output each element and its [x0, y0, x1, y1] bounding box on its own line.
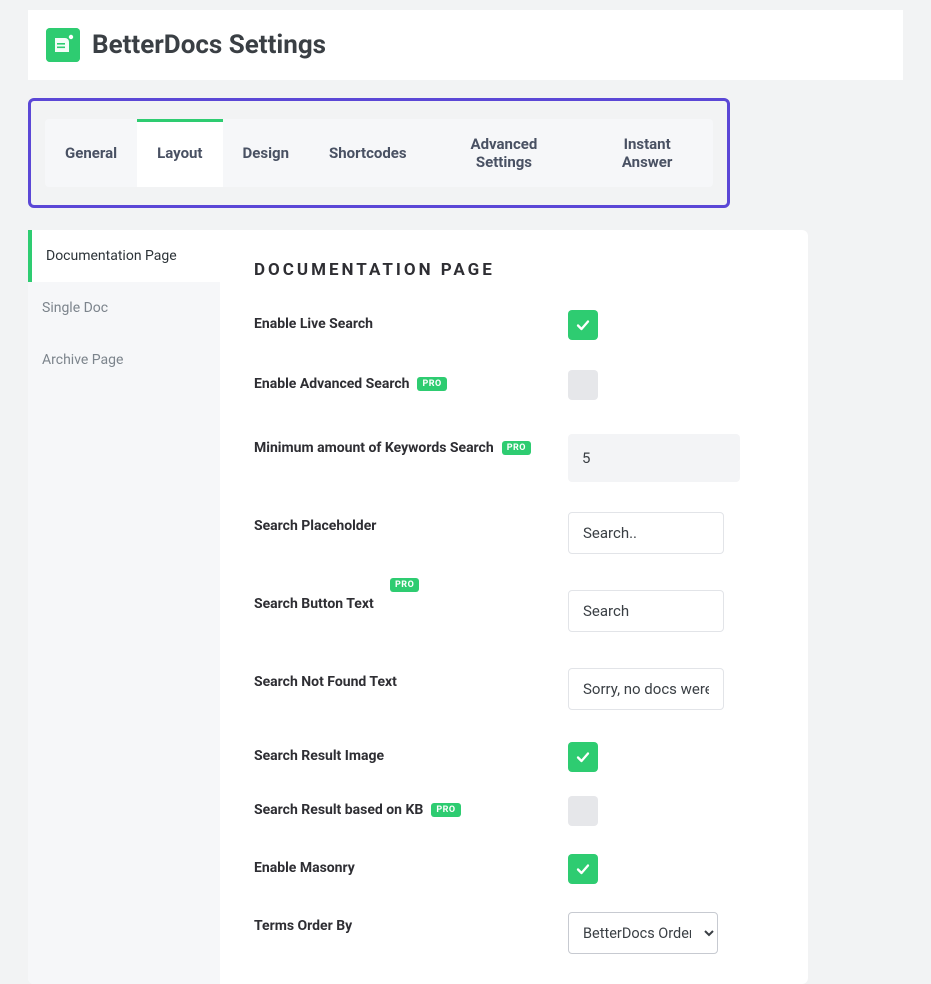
label-search-result-image: Search Result Image	[254, 748, 384, 764]
label-enable-live-search: Enable Live Search	[254, 316, 373, 332]
page-title: BetterDocs Settings	[92, 30, 326, 60]
check-icon	[575, 317, 591, 333]
row-search-result-kb: Search Result based on KB PRO	[254, 796, 778, 830]
input-min-keywords-search[interactable]	[568, 434, 740, 482]
checkbox-enable-live-search[interactable]	[568, 310, 598, 340]
label-enable-masonry: Enable Masonry	[254, 860, 355, 876]
sidebar-item-single-doc[interactable]: Single Doc	[28, 282, 220, 334]
input-search-button-text[interactable]	[568, 590, 724, 632]
label-search-not-found-text: Search Not Found Text	[254, 674, 397, 690]
header: BetterDocs Settings	[28, 10, 903, 80]
label-enable-advanced-search: Enable Advanced Search	[254, 376, 409, 392]
checkbox-search-result-kb[interactable]	[568, 796, 598, 826]
tabs: General Layout Design Shortcodes Advance…	[45, 119, 713, 187]
tab-advanced-settings[interactable]: Advanced Settings	[427, 119, 582, 187]
pro-badge: PRO	[502, 441, 531, 455]
tabs-container: General Layout Design Shortcodes Advance…	[28, 98, 730, 208]
pro-badge: PRO	[390, 578, 419, 592]
checkbox-enable-advanced-search[interactable]	[568, 370, 598, 400]
row-search-button-text: Search Button Text PRO	[254, 590, 778, 632]
section-title: DOCUMENTATION PAGE	[254, 260, 778, 280]
check-icon	[575, 749, 591, 765]
tab-instant-answer[interactable]: Instant Answer	[581, 119, 713, 187]
check-icon	[575, 861, 591, 877]
tab-design[interactable]: Design	[223, 119, 310, 187]
row-terms-order-by: Terms Order By BetterDocs Order	[254, 912, 778, 954]
sidebar-item-documentation-page[interactable]: Documentation Page	[28, 230, 220, 282]
sidebar-item-archive-page[interactable]: Archive Page	[28, 334, 220, 386]
tab-general[interactable]: General	[45, 119, 137, 187]
tab-shortcodes[interactable]: Shortcodes	[309, 119, 427, 187]
row-enable-live-search: Enable Live Search	[254, 310, 778, 340]
pro-badge: PRO	[431, 803, 460, 817]
settings-panel: DOCUMENTATION PAGE Enable Live Search En…	[220, 230, 808, 984]
label-terms-order-by: Terms Order By	[254, 918, 352, 934]
label-search-result-kb: Search Result based on KB	[254, 802, 423, 818]
checkbox-enable-masonry[interactable]	[568, 854, 598, 884]
label-search-placeholder: Search Placeholder	[254, 518, 376, 534]
input-search-placeholder[interactable]	[568, 512, 724, 554]
input-search-not-found-text[interactable]	[568, 668, 724, 710]
label-search-button-text: Search Button Text	[254, 596, 374, 612]
pro-badge: PRO	[417, 377, 446, 391]
checkbox-search-result-image[interactable]	[568, 742, 598, 772]
row-min-keywords-search: Minimum amount of Keywords Search PRO	[254, 434, 778, 482]
tab-layout[interactable]: Layout	[137, 119, 222, 187]
select-terms-order-by[interactable]: BetterDocs Order	[568, 912, 718, 954]
content: Documentation Page Single Doc Archive Pa…	[28, 230, 808, 984]
row-enable-masonry: Enable Masonry	[254, 854, 778, 884]
row-enable-advanced-search: Enable Advanced Search PRO	[254, 370, 778, 404]
sidebar: Documentation Page Single Doc Archive Pa…	[28, 230, 220, 984]
betterdocs-logo-icon	[46, 28, 80, 62]
row-search-result-image: Search Result Image	[254, 742, 778, 772]
label-min-keywords-search: Minimum amount of Keywords Search	[254, 440, 494, 456]
row-search-not-found-text: Search Not Found Text	[254, 668, 778, 710]
row-search-placeholder: Search Placeholder	[254, 512, 778, 554]
